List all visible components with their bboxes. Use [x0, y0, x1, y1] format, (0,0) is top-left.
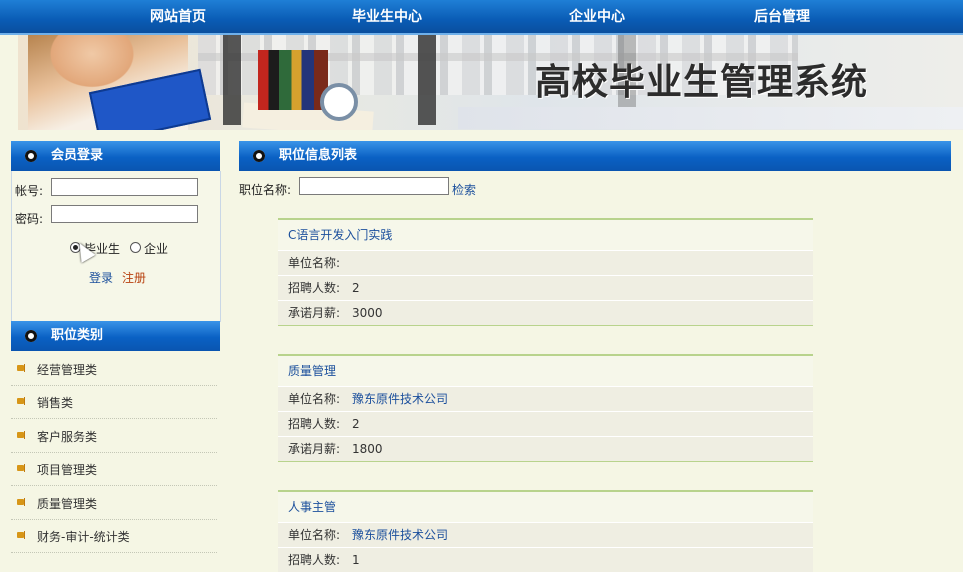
- job-search-label: 职位名称:: [239, 183, 292, 197]
- job-company[interactable]: 豫东原件技术公司: [352, 528, 448, 542]
- category-label: 财务-审计-统计类: [37, 530, 130, 544]
- job-card: C语言开发入门实践 单位名称: 招聘人数: 2 承诺月薪: 3000: [278, 218, 813, 326]
- nav-enterprise-center[interactable]: 企业中心: [569, 0, 625, 33]
- job-count-row: 招聘人数: 1: [278, 547, 813, 572]
- category-item[interactable]: 经营管理类: [11, 352, 217, 386]
- field-label: 承诺月薪:: [288, 306, 341, 320]
- speaker-icon: [17, 431, 25, 439]
- job-title[interactable]: C语言开发入门实践: [278, 220, 813, 250]
- login-panel-title: 会员登录: [51, 148, 104, 163]
- job-salary-row: 承诺月薪: 3000: [278, 300, 813, 325]
- job-salary-row: 承诺月薪: 1800: [278, 436, 813, 461]
- password-label: 密码:: [15, 212, 44, 226]
- speaker-icon: [17, 498, 25, 506]
- role-enterprise-label: 企业: [144, 242, 169, 256]
- role-enterprise-radio[interactable]: [130, 242, 141, 253]
- job-salary: 1800: [352, 442, 383, 456]
- field-label: 承诺月薪:: [288, 442, 341, 456]
- speaker-icon: [17, 531, 25, 539]
- category-item[interactable]: 销售类: [11, 385, 217, 419]
- nav-home[interactable]: 网站首页: [150, 0, 206, 33]
- field-label: 单位名称:: [288, 528, 341, 542]
- nav-admin[interactable]: 后台管理: [754, 0, 810, 33]
- bullet-icon: [25, 330, 37, 342]
- job-count: 2: [352, 281, 360, 295]
- banner-books-image: [258, 50, 328, 110]
- job-title[interactable]: 质量管理: [278, 356, 813, 386]
- category-label: 客户服务类: [37, 430, 98, 444]
- category-item[interactable]: 项目管理类: [11, 452, 217, 486]
- banner: 高校毕业生管理系统: [18, 35, 963, 130]
- job-list-title: 职位信息列表: [279, 148, 358, 163]
- category-label: 销售类: [37, 396, 74, 410]
- speaker-icon: [17, 464, 25, 472]
- banner-stripe: [458, 107, 963, 129]
- login-panel-header: 会员登录: [11, 141, 220, 171]
- category-item[interactable]: 质量管理类: [11, 486, 217, 520]
- category-panel-header: 职位类别: [11, 321, 220, 351]
- job-search-button[interactable]: 检索: [452, 181, 476, 198]
- site-title: 高校毕业生管理系统: [535, 62, 869, 103]
- bullet-icon: [25, 150, 37, 162]
- category-panel-title: 职位类别: [51, 328, 104, 343]
- register-link[interactable]: 注册: [122, 269, 146, 286]
- category-label: 质量管理类: [37, 497, 98, 511]
- field-label: 单位名称:: [288, 256, 341, 270]
- nav-graduate-center[interactable]: 毕业生中心: [352, 0, 422, 33]
- job-count: 1: [352, 553, 360, 567]
- login-panel: 帐号: 密码: 毕业生 企业 登录 注册: [11, 171, 221, 322]
- banner-pillar: [223, 35, 241, 125]
- banner-clock-image: [320, 83, 358, 121]
- top-nav: 网站首页 毕业生中心 企业中心 后台管理: [0, 0, 963, 35]
- job-count-row: 招聘人数: 2: [278, 275, 813, 300]
- category-item[interactable]: 财务-审计-统计类: [11, 519, 217, 553]
- job-count: 2: [352, 417, 360, 431]
- login-button[interactable]: 登录: [89, 269, 113, 286]
- banner-pillar: [418, 35, 436, 125]
- category-item[interactable]: 客户服务类: [11, 419, 217, 453]
- job-company-row: 单位名称: 豫东原件技术公司: [278, 386, 813, 411]
- category-label: 经营管理类: [37, 363, 98, 377]
- job-salary: 3000: [352, 306, 383, 320]
- field-label: 招聘人数:: [288, 417, 341, 431]
- speaker-icon: [17, 397, 25, 405]
- speaker-icon: [17, 364, 25, 372]
- account-input[interactable]: [51, 178, 198, 196]
- job-card: 质量管理 单位名称: 豫东原件技术公司 招聘人数: 2 承诺月薪: 1800: [278, 354, 813, 462]
- field-label: 招聘人数:: [288, 281, 341, 295]
- job-title[interactable]: 人事主管: [278, 492, 813, 522]
- job-company-row: 单位名称: 豫东原件技术公司: [278, 522, 813, 547]
- bullet-icon: [253, 150, 265, 162]
- job-list-header: 职位信息列表: [239, 141, 951, 171]
- job-search-input[interactable]: [299, 177, 449, 195]
- job-card: 人事主管 单位名称: 豫东原件技术公司 招聘人数: 1: [278, 490, 813, 572]
- job-company-row: 单位名称:: [278, 250, 813, 275]
- password-input[interactable]: [51, 205, 198, 223]
- field-label: 单位名称:: [288, 392, 341, 406]
- job-count-row: 招聘人数: 2: [278, 411, 813, 436]
- field-label: 招聘人数:: [288, 553, 341, 567]
- account-label: 帐号:: [15, 184, 44, 198]
- job-company[interactable]: 豫东原件技术公司: [352, 392, 448, 406]
- category-label: 项目管理类: [37, 463, 98, 477]
